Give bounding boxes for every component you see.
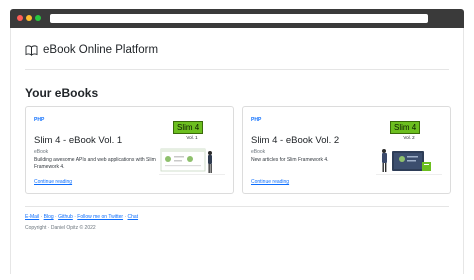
maximize-window-dot[interactable] (35, 15, 41, 21)
ebook-description: Building awesome APIs and web applicatio… (34, 157, 156, 170)
footer-links: E-Mail · Blog · Github · Follow me on Tw… (25, 214, 138, 220)
continue-reading-link[interactable]: Continue reading (34, 179, 72, 185)
ebook-card: PHP Slim 4 - eBook Vol. 2 eBook New arti… (242, 106, 451, 194)
cover-volume: Vol. 1 (186, 135, 198, 140)
address-bar[interactable] (50, 14, 428, 23)
book-icon (25, 44, 38, 56)
cover-illustration (376, 149, 442, 175)
close-window-dot[interactable] (17, 15, 23, 21)
continue-reading-link[interactable]: Continue reading (251, 179, 289, 185)
cover-illustration (159, 148, 225, 175)
category-tag[interactable]: PHP (251, 117, 261, 123)
copyright-text: Copyright · Daniel Opitz © 2022 (25, 225, 96, 231)
footer-link-github[interactable]: Github (58, 214, 73, 220)
footer-separator: · (74, 214, 76, 220)
section-title: Your eBooks (25, 86, 99, 100)
ebook-description: New articles for Slim Framework 4. (251, 157, 329, 163)
browser-window-bar (10, 9, 464, 28)
footer-link-chat[interactable]: Chat (128, 214, 139, 220)
category-tag[interactable]: PHP (34, 117, 44, 123)
footer-link-email[interactable]: E-Mail (25, 214, 39, 220)
footer-separator: · (124, 214, 127, 220)
footer-link-blog[interactable]: Blog (44, 214, 54, 220)
ebook-title: Slim 4 - eBook Vol. 1 (34, 135, 123, 146)
ebook-title: Slim 4 - eBook Vol. 2 (251, 135, 340, 146)
cover-badge: Slim 4 (173, 121, 204, 134)
ebook-cover[interactable]: Slim 4 Vol. 2 (376, 115, 442, 189)
minimize-window-dot[interactable] (26, 15, 32, 21)
ebook-cover[interactable]: Slim 4 Vol. 1 (159, 115, 225, 189)
footer-divider (25, 206, 449, 207)
brand[interactable]: eBook Online Platform (25, 44, 158, 56)
page-title: eBook Online Platform (43, 44, 159, 56)
ebook-subtitle: eBook (34, 149, 49, 155)
cover-badge: Slim 4 (390, 121, 421, 134)
footer-separator: · (40, 214, 43, 220)
header-divider (25, 69, 449, 70)
ebook-card: PHP Slim 4 - eBook Vol. 1 eBook Building… (25, 106, 234, 194)
ebook-subtitle: eBook (251, 149, 266, 155)
cover-volume: Vol. 2 (403, 135, 415, 140)
footer-separator: · (55, 214, 57, 220)
page-content: eBook Online Platform Your eBooks PHP Sl… (10, 28, 464, 274)
footer-link-twitter[interactable]: Follow me on Twitter (77, 214, 123, 220)
